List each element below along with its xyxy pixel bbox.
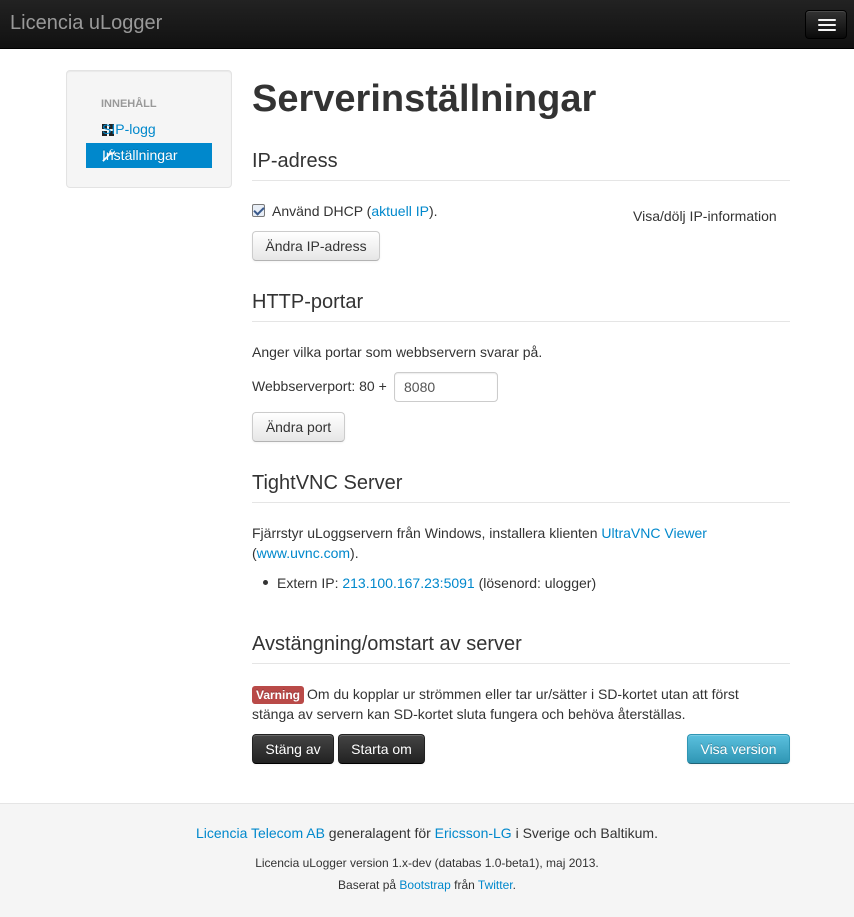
ericsson-link[interactable]: Ericsson-LG — [435, 825, 512, 841]
top-navbar: Licencia uLogger — [0, 0, 854, 49]
footer-text: från — [450, 878, 478, 892]
company-link[interactable]: Licencia Telecom AB — [196, 825, 325, 841]
shutdown-section-heading: Avstängning/omstart av server — [252, 633, 522, 655]
page-title: Serverinställningar — [252, 78, 597, 120]
ultravnc-viewer-link[interactable]: UltraVNC Viewer — [601, 525, 707, 541]
dhcp-label: Använd DHCP ( — [272, 203, 372, 219]
vnc-description: Fjärrstyr uLoggservern från Windows, ins… — [252, 523, 707, 543]
bullet-icon — [263, 580, 268, 585]
dhcp-checkbox[interactable] — [252, 204, 265, 217]
sidebar-nav: INNEHÅLL SIP-logg Inställningar — [66, 70, 232, 188]
sidebar-item-label: Inställningar — [102, 147, 178, 163]
hamburger-icon-bar — [818, 24, 836, 26]
divider — [252, 502, 790, 503]
change-port-button[interactable]: Ändra port — [252, 412, 345, 442]
ip-section-heading: IP-adress — [252, 150, 338, 172]
divider — [252, 321, 790, 322]
divider — [252, 663, 790, 664]
port-label: Webbserverport: 80 + — [252, 378, 387, 394]
vnc-text: Fjärrstyr uLoggservern från Windows, ins… — [252, 525, 602, 541]
hamburger-icon — [818, 19, 836, 21]
paren-close: ). — [350, 545, 359, 561]
vnc-site-row: (www.uvnc.com). — [252, 543, 359, 563]
footer-text: generalagent för — [324, 825, 435, 841]
sidebar-item-sip-logg[interactable]: SIP-logg — [86, 117, 212, 142]
hamburger-icon-bar — [818, 29, 836, 31]
sidebar-item-label: SIP-logg — [102, 121, 156, 137]
port-input[interactable]: 8080 — [394, 372, 498, 402]
footer-text: Baserat på — [338, 878, 400, 892]
toggle-ip-info-link[interactable]: Visa/dölj IP-information — [633, 206, 777, 226]
dhcp-row: Använd DHCP (aktuell IP). — [272, 201, 438, 221]
show-version-button[interactable]: Visa version — [687, 734, 790, 764]
footer: Licencia Telecom AB generalagent för Eri… — [0, 803, 854, 917]
restart-button[interactable]: Starta om — [338, 734, 425, 764]
shutdown-button[interactable]: Stäng av — [252, 734, 334, 764]
change-ip-button[interactable]: Ändra IP-adress — [252, 231, 380, 261]
http-description: Anger vilka portar som webbservern svara… — [252, 344, 543, 360]
password-note: (lösenord: ulogger) — [474, 575, 597, 591]
bootstrap-link[interactable]: Bootstrap — [399, 878, 450, 892]
uvnc-site-link[interactable]: www.uvnc.com — [257, 545, 350, 561]
extern-ip-link[interactable]: 213.100.167.23:5091 — [342, 575, 474, 591]
vnc-section-heading: TightVNC Server — [252, 472, 403, 494]
footer-company-line: Licencia Telecom AB generalagent för Eri… — [0, 825, 854, 841]
footer-version-text: Licencia uLogger version 1.x-dev (databa… — [255, 856, 599, 870]
sidebar-header: INNEHÅLL — [101, 98, 157, 110]
http-section-heading: HTTP-portar — [252, 291, 364, 313]
brand-title[interactable]: Licencia uLogger — [10, 12, 162, 35]
extern-ip-label: Extern IP: — [277, 575, 343, 591]
footer-text: . — [512, 878, 516, 892]
current-ip-link[interactable]: aktuell IP — [371, 203, 429, 219]
menu-toggle-button[interactable] — [805, 10, 847, 39]
divider — [252, 180, 790, 181]
sidebar-item-installningar[interactable]: Inställningar — [86, 143, 212, 168]
warning-text-line2: stänga av servern kan SD-kortet sluta fu… — [252, 706, 686, 722]
footer-text: i Sverige och Baltikum. — [511, 825, 658, 841]
twitter-link[interactable]: Twitter — [478, 878, 513, 892]
dhcp-suffix: ). — [428, 203, 438, 219]
extern-ip-row: Extern IP: 213.100.167.23:5091 (lösenord… — [277, 573, 596, 593]
warning-badge: Varning — [252, 686, 305, 704]
warning-text-line1: Om du kopplar ur strömmen eller tar ur/s… — [307, 686, 739, 702]
footer-based-line: Baserat på Bootstrap från Twitter. — [0, 878, 854, 892]
